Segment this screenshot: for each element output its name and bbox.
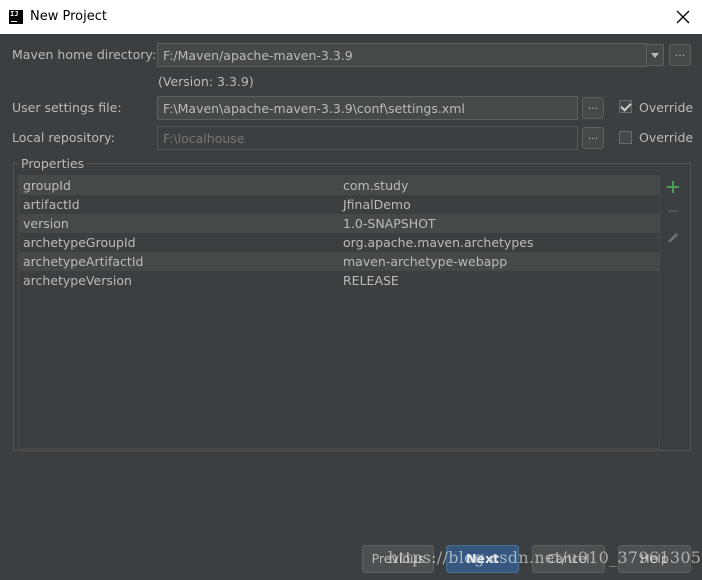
- property-key: archetypeGroupId: [23, 235, 136, 250]
- property-value: maven-archetype-webapp: [343, 254, 508, 269]
- edit-icon[interactable]: [665, 228, 681, 244]
- user-settings-override-label: Override: [639, 100, 694, 115]
- add-icon[interactable]: [665, 179, 681, 195]
- table-row[interactable]: version 1.0-SNAPSHOT: [19, 214, 660, 233]
- maven-home-combo[interactable]: F:/Maven/apache-maven-3.3.9: [157, 43, 647, 67]
- property-key: archetypeArtifactId: [23, 254, 144, 269]
- table-row[interactable]: groupId com.study: [19, 176, 660, 195]
- property-key: archetypeVersion: [23, 273, 132, 288]
- property-key: groupId: [23, 178, 71, 193]
- local-repo-label: Local repository:: [12, 130, 115, 145]
- maven-version-text: (Version: 3.3.9): [158, 74, 254, 89]
- property-value: org.apache.maven.archetypes: [343, 235, 534, 250]
- window-title: New Project: [30, 9, 107, 24]
- local-repo-field[interactable]: F:\localhouse: [157, 126, 578, 150]
- local-repo-browse-button[interactable]: ...: [582, 127, 604, 149]
- user-settings-field[interactable]: F:\Maven\apache-maven-3.3.9\conf\setting…: [157, 96, 578, 120]
- table-row[interactable]: archetypeGroupId org.apache.maven.archet…: [19, 233, 660, 252]
- property-value: JfinalDemo: [343, 197, 411, 212]
- dropdown-arrow-icon[interactable]: [646, 44, 664, 66]
- user-settings-label: User settings file:: [12, 100, 122, 115]
- property-value: RELEASE: [343, 273, 399, 288]
- property-value: 1.0-SNAPSHOT: [343, 216, 436, 231]
- properties-title: Properties: [19, 156, 87, 171]
- remove-icon[interactable]: [665, 203, 681, 219]
- title-bar: IJ New Project: [0, 0, 702, 34]
- property-key: artifactId: [23, 197, 80, 212]
- maven-home-browse-button[interactable]: ...: [669, 44, 691, 66]
- local-repo-override-checkbox[interactable]: [619, 131, 632, 144]
- property-key: version: [23, 216, 69, 231]
- properties-table: groupId com.study artifactId JfinalDemo …: [18, 175, 660, 449]
- maven-home-label: Maven home directory:: [12, 47, 157, 62]
- close-icon[interactable]: [670, 4, 696, 30]
- properties-toolbar: [659, 175, 686, 447]
- table-row[interactable]: archetypeVersion RELEASE: [19, 271, 660, 290]
- table-row[interactable]: artifactId JfinalDemo: [19, 195, 660, 214]
- user-settings-browse-button[interactable]: ...: [582, 97, 604, 119]
- app-logo-icon: IJ: [9, 10, 23, 24]
- property-value: com.study: [343, 178, 409, 193]
- watermark: https://blog.csdn.net/u010_37961305: [388, 548, 702, 567]
- local-repo-override-label: Override: [639, 130, 694, 145]
- user-settings-override-checkbox[interactable]: [619, 100, 632, 113]
- table-row[interactable]: archetypeArtifactId maven-archetype-weba…: [19, 252, 660, 271]
